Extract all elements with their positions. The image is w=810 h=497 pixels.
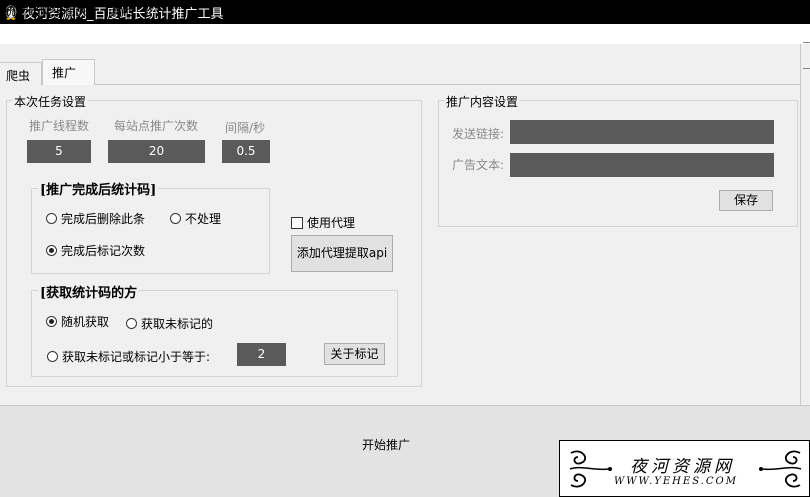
tab-crawler[interactable]: 爬虫 (0, 62, 42, 85)
radio-circle-selected (46, 245, 57, 256)
tab-promote[interactable]: 推广 (42, 59, 95, 85)
task-settings-title: 本次任务设置 (12, 93, 89, 110)
watermark-title: 夜河资源网 (630, 457, 735, 477)
use-proxy-checkbox[interactable]: 使用代理 (291, 214, 355, 231)
send-link-input[interactable] (510, 120, 774, 144)
radio-label: 不处理 (185, 212, 222, 226)
radio-label: 完成后删除此条 (61, 212, 146, 226)
threads-label: 推广线程数 (29, 119, 90, 133)
radio-label: 随机获取 (61, 315, 110, 329)
watermark-url: WWW.YEHES.COM (614, 476, 738, 487)
tab-strip-border (0, 84, 800, 85)
radio-circle-selected (46, 316, 57, 327)
menu-separator: | (93, 2, 98, 16)
radio-circle (170, 213, 181, 224)
radio-label: 获取未标记的 (141, 317, 214, 331)
radio-label: 获取未标记或标记小于等于: (62, 350, 211, 364)
ornament-right-icon (759, 450, 802, 488)
send-link-label: 发送链接: (452, 127, 505, 141)
fetch-method-title: [获取统计码的方 (38, 282, 140, 301)
checkbox-label: 使用代理 (307, 216, 356, 230)
menu-item-stats-crawler[interactable]: 统计码爬虫相关 (4, 2, 88, 19)
interval-label: 间隔/秒 (225, 121, 266, 135)
per-site-input[interactable]: 20 (108, 140, 205, 163)
ad-text-input[interactable] (510, 153, 774, 177)
window-edge-mark (803, 42, 810, 43)
radio-fetch-unmarked[interactable]: 获取未标记的 (126, 315, 213, 332)
radio-circle (126, 318, 137, 329)
ornament-left-icon (569, 450, 612, 488)
ad-text-label: 广告文本: (452, 158, 505, 172)
mark-threshold-input[interactable]: 2 (237, 343, 286, 366)
about-mark-button[interactable]: 关于标记 (324, 343, 385, 365)
menu-separator: | (145, 2, 150, 16)
radio-label: 完成后标记次数 (61, 244, 146, 258)
after-done-title: [推广完成后统计码] (38, 179, 159, 198)
radio-do-nothing[interactable]: 不处理 (170, 210, 221, 227)
menu-bar (0, 24, 810, 44)
interval-input[interactable]: 0.5 (222, 140, 270, 163)
save-button[interactable]: 保存 (719, 190, 773, 211)
window-edge-mark (803, 68, 810, 69)
checkbox-box (291, 216, 303, 229)
add-proxy-api-button[interactable]: 添加代理提取api (291, 235, 393, 272)
content-settings-title: 推广内容设置 (444, 93, 521, 110)
start-promotion-label: 开始推广 (362, 438, 411, 452)
threads-input[interactable]: 5 (27, 140, 91, 163)
radio-circle (47, 351, 58, 362)
per-site-label: 每站点推广次数 (114, 119, 199, 133)
radio-circle (46, 213, 57, 224)
radio-random-fetch[interactable]: 随机获取 (46, 313, 109, 330)
after-done-group (31, 188, 270, 274)
radio-mark-count[interactable]: 完成后标记次数 (46, 242, 145, 259)
radio-delete-after-done[interactable]: 完成后删除此条 (46, 210, 145, 227)
menu-item-other[interactable]: 其他 (110, 2, 134, 19)
radio-fetch-unmarked-or-lte[interactable]: 获取未标记或标记小于等于: (47, 348, 210, 365)
window-edge (800, 44, 801, 406)
